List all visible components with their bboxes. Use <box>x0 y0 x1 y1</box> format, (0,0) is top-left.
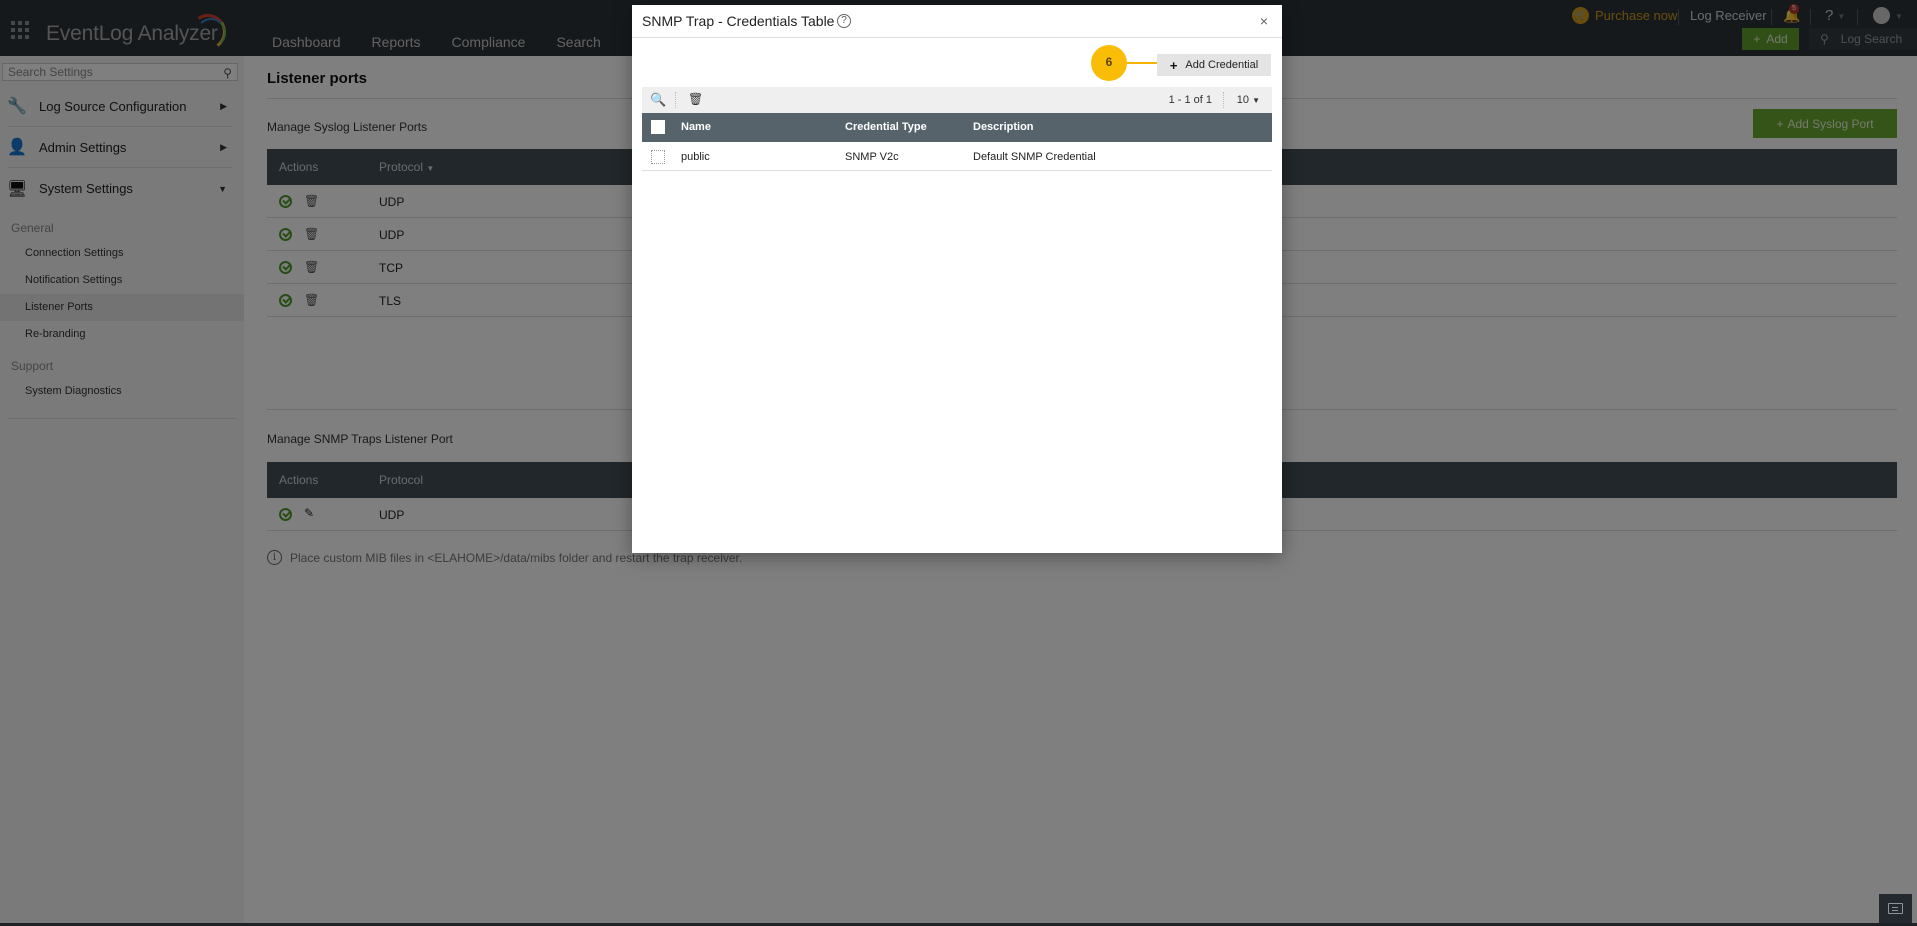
per-page-value: 10 <box>1236 94 1250 106</box>
credential-name-cell: public <box>681 151 710 163</box>
search-filter-icon[interactable]: 🔍 <box>650 92 666 108</box>
pagination-info: 1 - 1 of 1 <box>1168 94 1212 106</box>
select-all-checkbox[interactable] <box>651 120 665 134</box>
add-credential-button[interactable]: + Add Credential <box>1157 54 1271 76</box>
credentials-modal: SNMP Trap - Credentials Table ? × 6 + Ad… <box>632 5 1282 553</box>
trash-icon[interactable]: 🗑 <box>688 92 703 106</box>
modal-header: SNMP Trap - Credentials Table ? × <box>632 5 1282 38</box>
chat-button[interactable] <box>1879 894 1912 923</box>
table-toolbar: 🔍 🗑 1 - 1 of 1 10 ▼ <box>642 87 1272 113</box>
toolbar-divider <box>1223 92 1224 108</box>
close-icon[interactable]: × <box>1260 13 1268 29</box>
chat-icon <box>1888 903 1903 914</box>
caret-down-icon: ▼ <box>1252 96 1260 105</box>
toolbar-divider <box>675 92 676 108</box>
help-icon[interactable]: ? <box>837 14 851 28</box>
row-checkbox[interactable] <box>651 150 665 164</box>
per-page-select[interactable]: 10 ▼ <box>1237 94 1260 106</box>
credential-type-cell: SNMP V2c <box>845 151 899 163</box>
table-row: public SNMP V2c Default SNMP Credential <box>642 142 1272 171</box>
column-credential-type[interactable]: Credential Type <box>845 121 927 133</box>
column-description[interactable]: Description <box>973 121 1034 133</box>
credentials-table-header: Name Credential Type Description <box>642 113 1272 142</box>
step-badge: 6 <box>1091 45 1127 81</box>
modal-title: SNMP Trap - Credentials Table <box>642 13 835 29</box>
column-name[interactable]: Name <box>681 121 711 133</box>
step-badge-connector <box>1127 62 1159 64</box>
add-credential-label: Add Credential <box>1185 59 1259 71</box>
credential-description-cell: Default SNMP Credential <box>973 151 1096 163</box>
plus-icon: + <box>1169 57 1178 73</box>
